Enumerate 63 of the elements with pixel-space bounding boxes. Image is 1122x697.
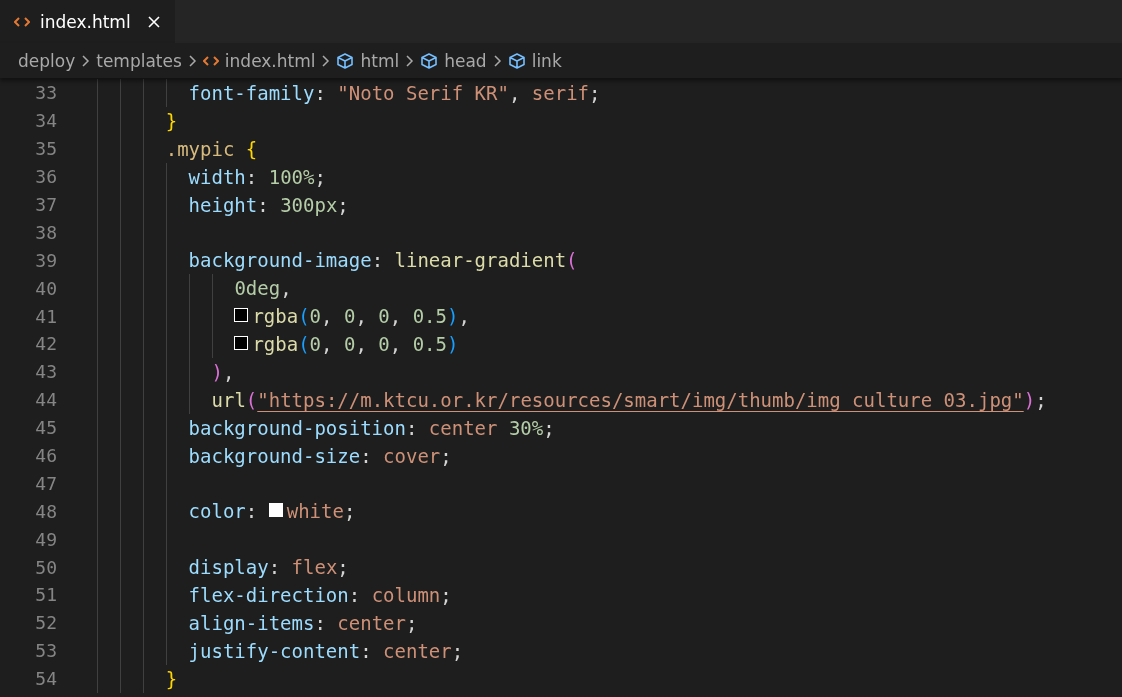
line-number: 51 (34, 584, 57, 606)
line-number: 54 (34, 668, 57, 690)
code-text: width: 100%; (188, 165, 326, 188)
line-number: 45 (34, 417, 57, 439)
code-text: font-family: "Noto Serif KR", serif; (188, 81, 601, 104)
code-text: justify-content: center; (188, 639, 464, 662)
line-number: 52 (34, 612, 57, 634)
line-number: 48 (34, 500, 57, 522)
chevron-right-icon (187, 53, 197, 68)
code-text: ), (211, 360, 235, 383)
code-text: align-items: center; (188, 611, 418, 634)
line-number: 53 (34, 640, 57, 662)
code-text: flex-direction: column; (188, 583, 452, 606)
line-number: 44 (34, 389, 57, 411)
line-number: 42 (34, 333, 57, 355)
breadcrumb-item[interactable]: templates (96, 50, 182, 71)
line-number: 36 (34, 166, 57, 188)
breadcrumb-item[interactable]: html (360, 50, 400, 71)
breadcrumb-item[interactable]: index.html (224, 50, 316, 71)
chevron-right-icon (492, 53, 502, 68)
code-text: white; (286, 500, 356, 523)
editor-tab[interactable]: index.html (0, 0, 175, 43)
breadcrumb-item[interactable]: link (531, 50, 562, 71)
color-swatch[interactable] (268, 503, 283, 518)
code-text: rgba(0, 0, 0, 0.5), (252, 305, 470, 328)
code-text: height: 300px; (188, 193, 349, 216)
breadcrumb-item[interactable]: head (444, 50, 487, 71)
code-file-icon (14, 15, 30, 28)
line-number: 41 (34, 305, 57, 327)
line-number: 40 (34, 277, 57, 299)
color-swatch[interactable] (234, 335, 249, 350)
chevron-right-icon (405, 53, 415, 68)
line-number: 34 (34, 110, 57, 132)
color-swatch[interactable] (234, 308, 249, 323)
code-text: .mypic { (165, 137, 258, 160)
code-text: } (165, 109, 178, 132)
line-number: 35 (34, 138, 57, 160)
cube-icon (420, 51, 439, 70)
code-text: } (165, 667, 178, 690)
cube-icon (507, 51, 526, 70)
line-number: 50 (34, 556, 57, 578)
breadcrumb-item[interactable]: deploy (18, 50, 76, 71)
code-text: display: flex; (188, 556, 349, 579)
code-text: color: (188, 500, 259, 523)
cube-icon (336, 51, 355, 70)
chevron-right-icon (81, 53, 91, 68)
line-number: 33 (34, 82, 57, 104)
line-number: 46 (34, 445, 57, 466)
line-number: 43 (34, 361, 57, 383)
code-text: background-position: center 30%; (188, 416, 555, 439)
line-number: 39 (34, 249, 57, 271)
code-text: rgba(0, 0, 0, 0.5) (252, 332, 459, 355)
line-number: 49 (34, 528, 57, 550)
code-text: url("https://m.ktcu.or.kr/resources/smart/img/thumb/img_culture_03.jpg"); (211, 388, 1047, 411)
line-number: 37 (34, 194, 57, 215)
line-number: 47 (34, 472, 57, 494)
line-number: 38 (34, 221, 57, 243)
code-text: background-size: cover; (188, 444, 452, 467)
close-icon[interactable] (146, 14, 161, 29)
code-text: background-image: linear-gradient( (188, 249, 578, 272)
chevron-right-icon (321, 53, 331, 68)
code-text: 0deg, (234, 277, 292, 300)
code-file-icon (202, 54, 219, 67)
